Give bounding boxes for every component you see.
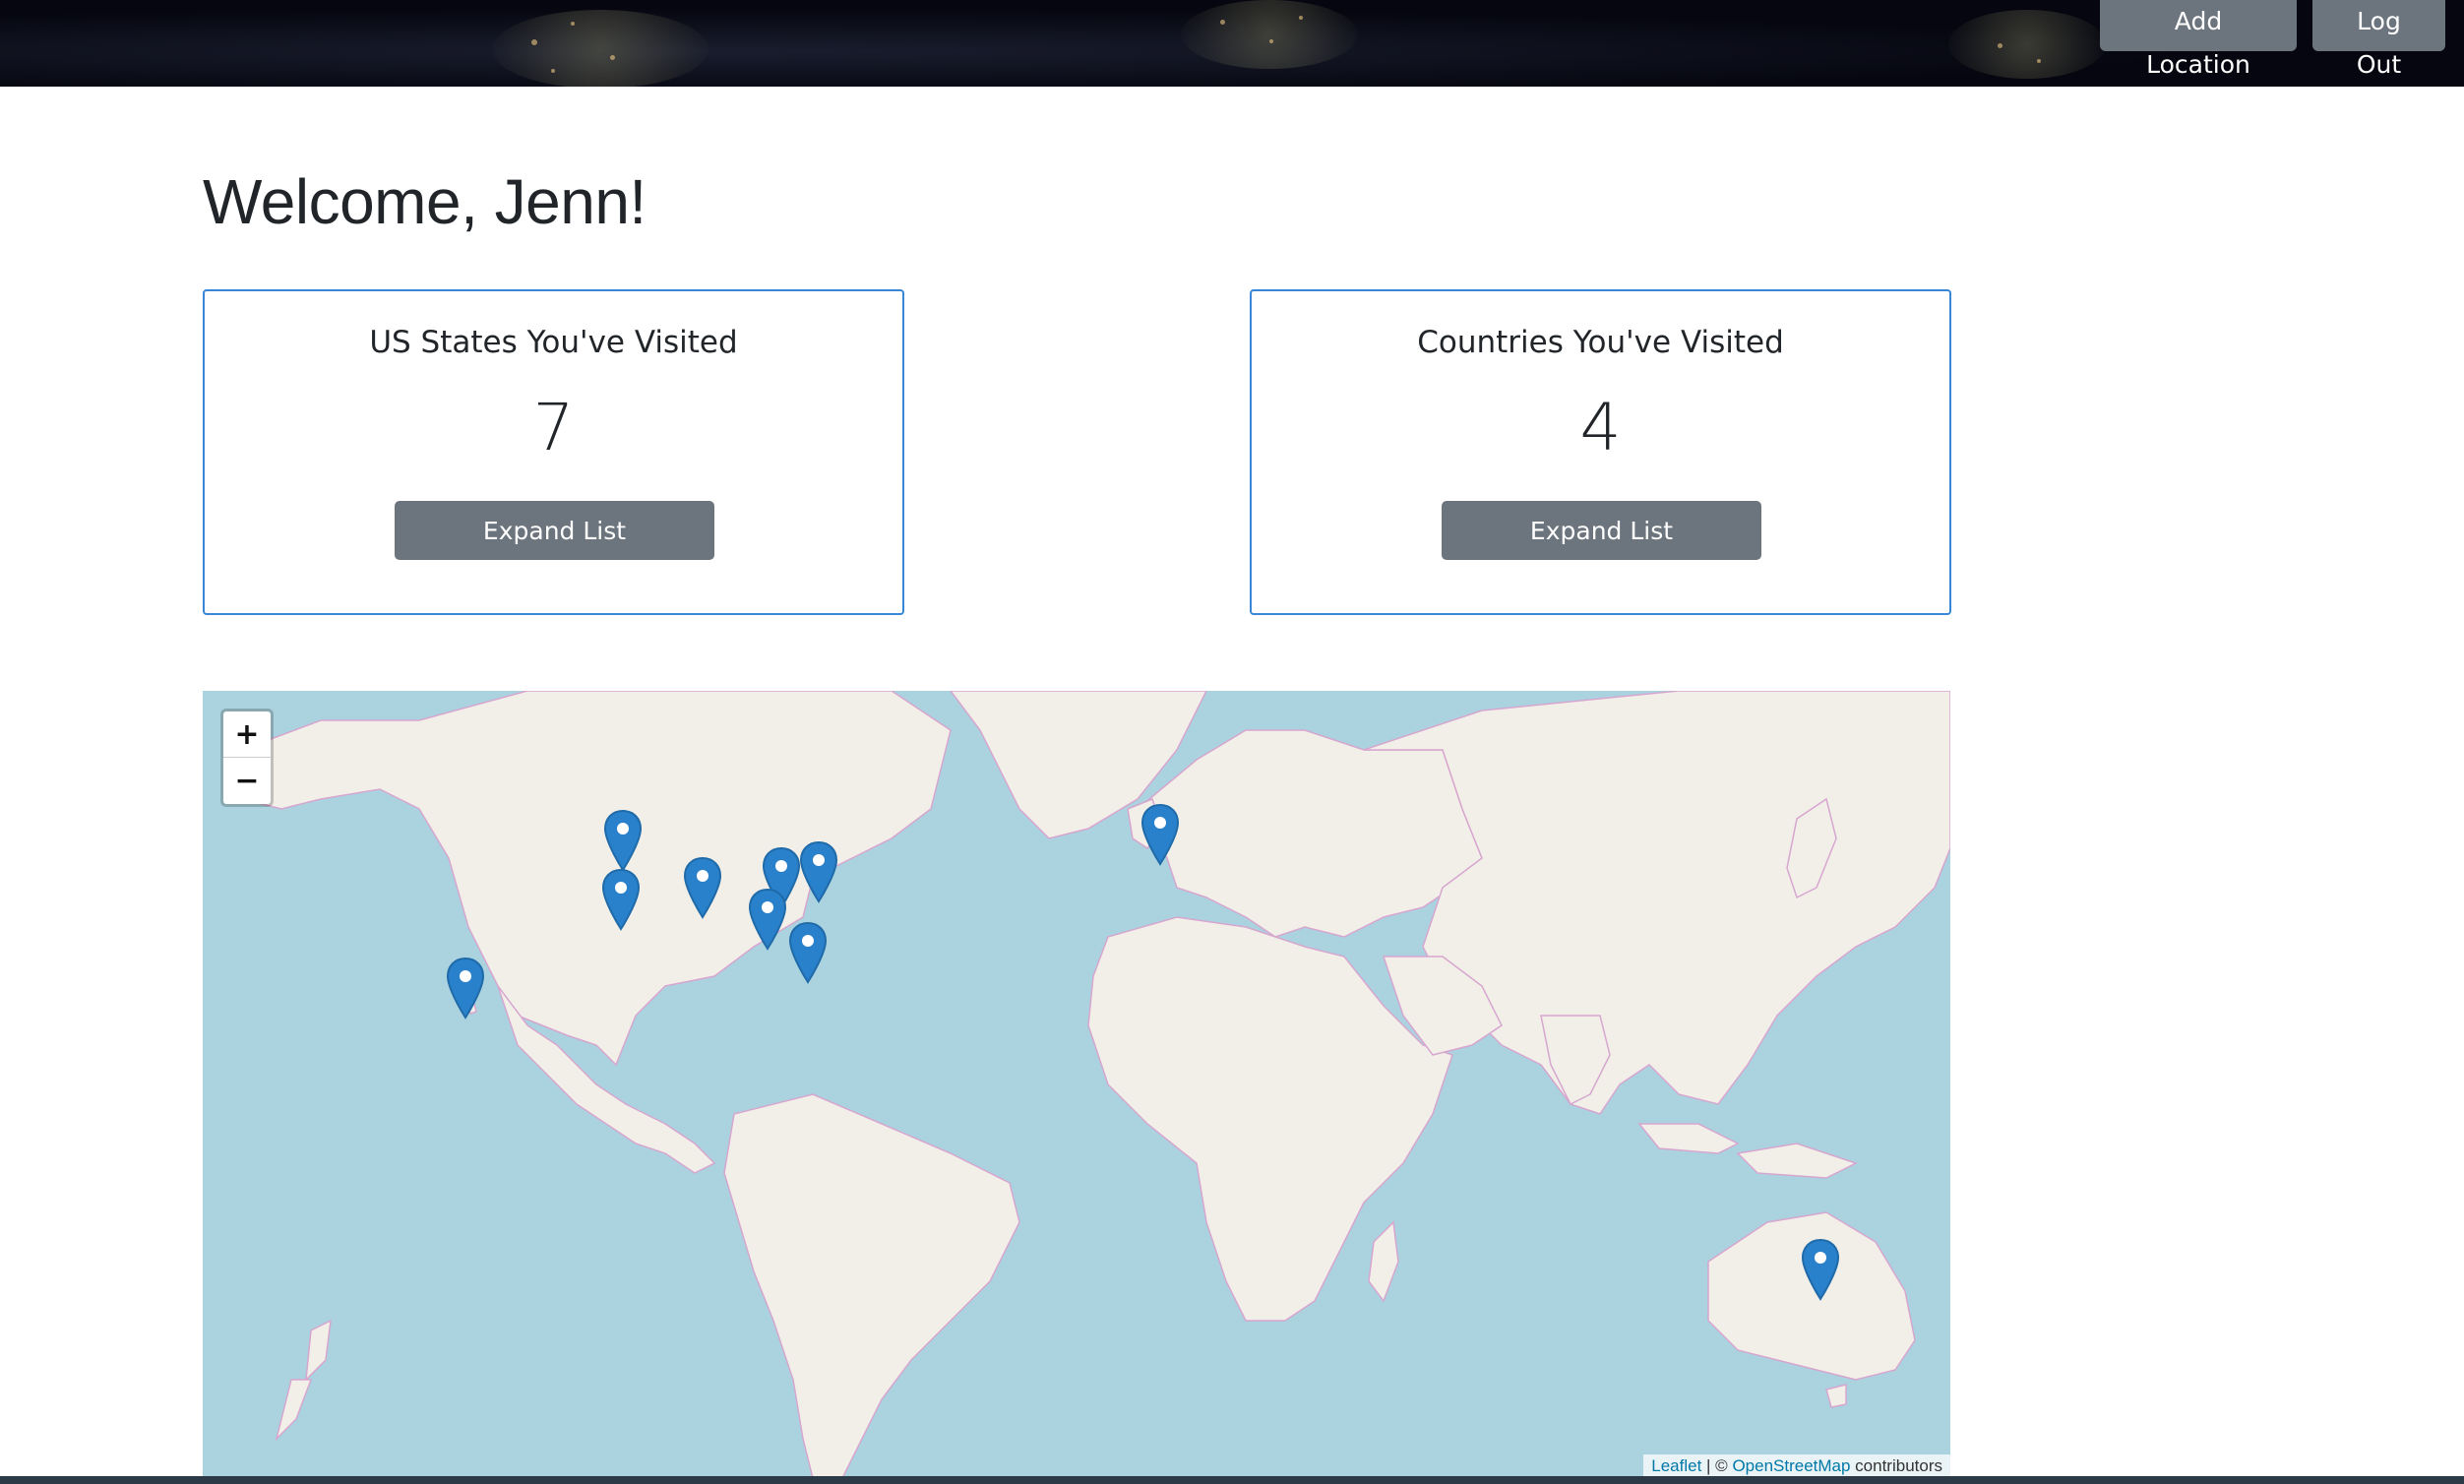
expand-states-list-button[interactable]: Expand List xyxy=(395,501,714,560)
us-states-card-title: US States You've Visited xyxy=(369,325,738,360)
zoom-out-button[interactable]: − xyxy=(223,758,271,804)
location-marker-icon[interactable] xyxy=(1140,803,1180,866)
attribution-separator: | © xyxy=(1701,1456,1733,1475)
location-marker-icon[interactable] xyxy=(788,921,828,984)
zoom-in-button[interactable]: + xyxy=(223,711,271,758)
us-states-count: 7 xyxy=(532,390,575,465)
header-banner: Add Location Log Out xyxy=(0,0,2464,87)
us-states-card: US States You've Visited 7 Expand List xyxy=(203,289,904,615)
map-land-layer xyxy=(241,691,1950,1478)
bottom-edge xyxy=(0,1476,2464,1484)
welcome-heading: Welcome, Jenn! xyxy=(203,166,647,237)
countries-card-title: Countries You've Visited xyxy=(1417,325,1784,360)
banner-city-lights xyxy=(1181,0,1358,69)
log-out-button[interactable]: Log Out xyxy=(2312,0,2445,79)
openstreetmap-link[interactable]: OpenStreetMap xyxy=(1732,1456,1850,1475)
location-marker-icon[interactable] xyxy=(748,888,787,951)
banner-city-lights xyxy=(492,10,708,87)
countries-count: 4 xyxy=(1579,390,1622,465)
expand-countries-list-button[interactable]: Expand List xyxy=(1442,501,1761,560)
location-marker-icon[interactable] xyxy=(683,856,722,919)
world-map[interactable]: + − Leaflet | © OpenStreetMap contributo… xyxy=(203,691,1950,1478)
map-attribution: Leaflet | © OpenStreetMap contributors xyxy=(1643,1454,1950,1478)
location-marker-icon[interactable] xyxy=(601,868,641,931)
location-marker-icon[interactable] xyxy=(603,809,643,872)
attribution-suffix: contributors xyxy=(1850,1456,1942,1475)
location-marker-icon[interactable] xyxy=(446,957,485,1020)
countries-card: Countries You've Visited 4 Expand List xyxy=(1250,289,1951,615)
location-marker-icon[interactable] xyxy=(799,840,838,903)
add-location-button[interactable]: Add Location xyxy=(2100,0,2297,79)
banner-city-lights xyxy=(1948,10,2106,79)
leaflet-link[interactable]: Leaflet xyxy=(1651,1456,1701,1475)
location-marker-icon[interactable] xyxy=(1801,1238,1840,1301)
zoom-control: + − xyxy=(220,709,274,807)
